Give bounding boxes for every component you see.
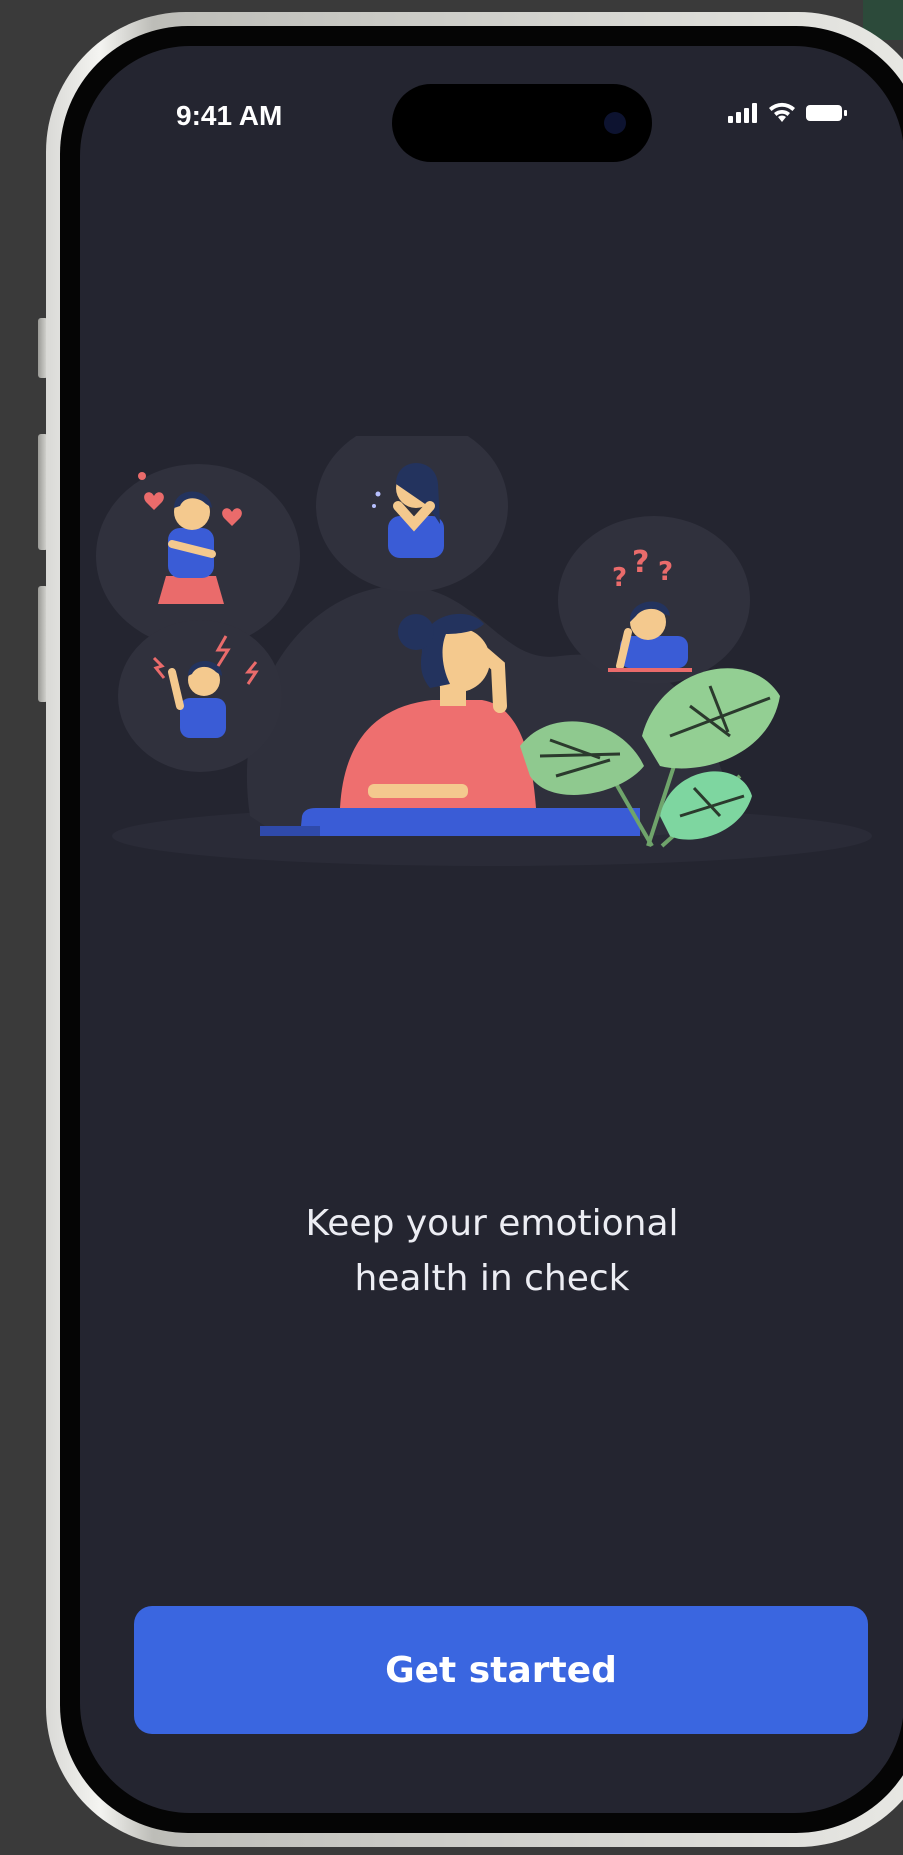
- wifi-icon: [769, 102, 795, 122]
- phone-frame: 9:41 AM ? ? ? Keep your emotional health…: [46, 12, 903, 1847]
- phone-screen: 9:41 AM ? ? ? Keep your emotional health…: [80, 46, 903, 1813]
- front-camera: [604, 112, 626, 134]
- dynamic-island: [392, 84, 652, 162]
- blob-left-bottom: [118, 620, 282, 772]
- battery-icon: [806, 105, 847, 121]
- blob-top-center: [316, 436, 508, 592]
- svg-text:?: ?: [632, 545, 649, 580]
- onboarding-headline: Keep your emotional health in check: [305, 1203, 679, 1299]
- svg-text:?: ?: [658, 557, 673, 587]
- cellular-signal-icon: [728, 103, 757, 123]
- svg-text:?: ?: [612, 563, 627, 593]
- status-icons: [728, 102, 848, 124]
- get-started-button[interactable]: Get started: [134, 1606, 868, 1734]
- status-time: 9:41 AM: [176, 100, 283, 131]
- emotions-illustration: ? ? ?: [96, 436, 872, 866]
